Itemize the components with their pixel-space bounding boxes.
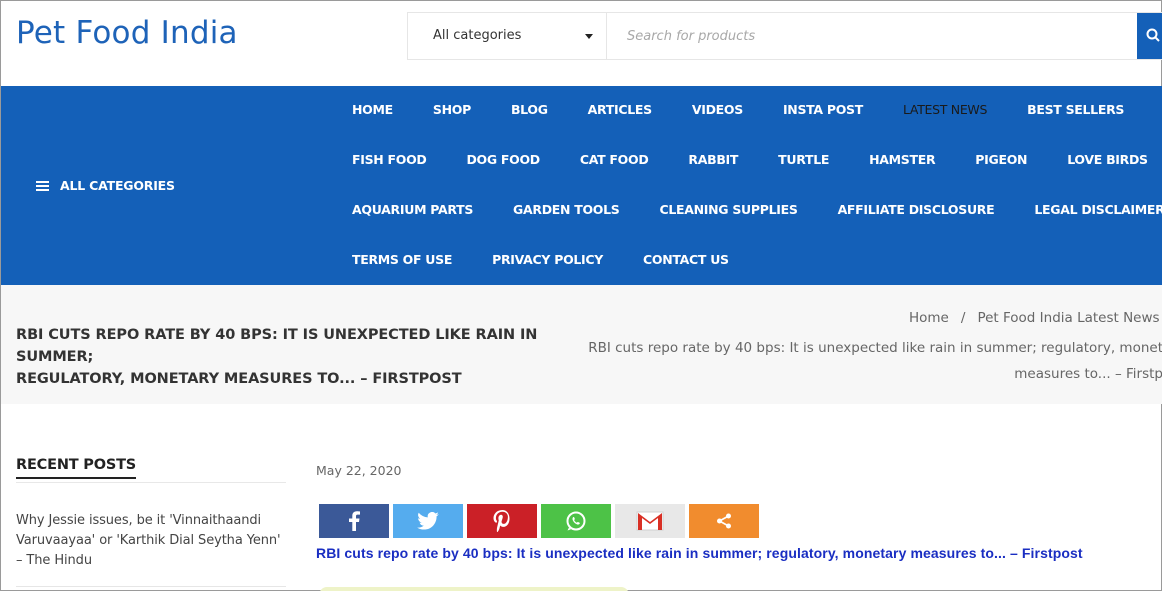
nav-articles[interactable]: ARTICLES (588, 102, 653, 117)
gmail-share-button[interactable] (615, 504, 685, 538)
facebook-icon (349, 511, 360, 531)
nav-affiliate-disclosure[interactable]: AFFILIATE DISCLOSURE (838, 202, 995, 217)
share-buttons (319, 504, 763, 538)
nav-row-2: FISH FOOD DOG FOOD CAT FOOD RABBIT TURTL… (352, 152, 1162, 167)
twitter-icon (417, 512, 439, 530)
nav-blog[interactable]: BLOG (511, 102, 548, 117)
pinterest-share-button[interactable] (467, 504, 537, 538)
more-share-button[interactable] (689, 504, 759, 538)
nav-garden-tools[interactable]: GARDEN TOOLS (513, 202, 620, 217)
twitter-share-button[interactable] (393, 504, 463, 538)
category-select-value: All categories (433, 28, 522, 43)
nav-best-sellers[interactable]: BEST SELLERS (1027, 102, 1124, 117)
all-categories-label: ALL CATEGORIES (60, 178, 175, 193)
facebook-share-button[interactable] (319, 504, 389, 538)
breadcrumb-separator: / (960, 310, 966, 326)
divider (16, 482, 286, 483)
share-icon (717, 513, 731, 529)
pinterest-icon (493, 510, 510, 532)
nav-privacy-policy[interactable]: PRIVACY POLICY (492, 252, 603, 267)
nav-turtle[interactable]: TURTLE (778, 152, 829, 167)
nav-row-4: TERMS OF USE PRIVACY POLICY CONTACT US (352, 252, 769, 267)
chevron-down-icon (585, 34, 593, 39)
nav-hamster[interactable]: HAMSTER (869, 152, 935, 167)
page-title-line-1: RBI CUTS REPO RATE BY 40 BPS: IT IS UNEX… (16, 327, 538, 365)
post-date: May 22, 2020 (316, 463, 402, 478)
nav-cleaning-supplies[interactable]: CLEANING SUPPLIES (659, 202, 797, 217)
embedded-preview (319, 587, 629, 591)
breadcrumb-current: RBI cuts repo rate by 40 bps: It is unex… (581, 335, 1162, 387)
nav-rabbit[interactable]: RABBIT (688, 152, 738, 167)
nav-terms-of-use[interactable]: TERMS OF USE (352, 252, 452, 267)
nav-fish-food[interactable]: FISH FOOD (352, 152, 427, 167)
page-title-line-2: REGULATORY, MONETARY MEASURES TO... – FI… (16, 371, 462, 387)
nav-home[interactable]: HOME (352, 102, 393, 117)
page-title: RBI CUTS REPO RATE BY 40 BPS: IT IS UNEX… (16, 324, 576, 390)
nav-videos[interactable]: VIDEOS (692, 102, 743, 117)
search-button[interactable] (1137, 13, 1162, 59)
nav-contact-us[interactable]: CONTACT US (643, 252, 729, 267)
page-title-band: RBI CUTS REPO RATE BY 40 BPS: IT IS UNEX… (1, 285, 1162, 404)
search-input[interactable] (607, 13, 1137, 59)
main-navigation: ALL CATEGORIES HOME SHOP BLOG ARTICLES V… (1, 86, 1162, 285)
breadcrumb: Home / Pet Food India Latest News (909, 310, 1160, 326)
recent-posts-heading: RECENT POSTS (16, 457, 136, 479)
post-source-link[interactable]: RBI cuts repo rate by 40 bps: It is unex… (316, 545, 1083, 561)
nav-row-1: HOME SHOP BLOG ARTICLES VIDEOS INSTA POS… (352, 102, 1162, 117)
nav-shop[interactable]: SHOP (433, 102, 471, 117)
whatsapp-icon (566, 511, 586, 531)
category-select[interactable]: All categories (408, 13, 607, 59)
menu-list-icon (36, 180, 49, 191)
nav-insta-post[interactable]: INSTA POST (783, 102, 863, 117)
gmail-icon (636, 511, 664, 531)
breadcrumb-section[interactable]: Pet Food India Latest News (977, 310, 1159, 326)
all-categories-button[interactable]: ALL CATEGORIES (36, 178, 175, 193)
whatsapp-share-button[interactable] (541, 504, 611, 538)
nav-aquarium-parts[interactable]: AQUARIUM PARTS (352, 202, 473, 217)
nav-latest-news[interactable]: LATEST NEWS (903, 102, 987, 117)
nav-pigeon[interactable]: PIGEON (975, 152, 1027, 167)
nav-row-3: AQUARIUM PARTS GARDEN TOOLS CLEANING SUP… (352, 202, 1162, 217)
divider (16, 586, 286, 587)
nav-legal-disclaimer[interactable]: LEGAL DISCLAIMER (1034, 202, 1162, 217)
search-bar: All categories (407, 12, 1162, 60)
nav-love-birds[interactable]: LOVE BIRDS (1067, 152, 1148, 167)
recent-post-link[interactable]: Why Jessie issues, be it 'Vinnaithaandi … (16, 511, 286, 571)
site-logo[interactable]: Pet Food India (16, 15, 238, 51)
breadcrumb-current-line-1: RBI cuts repo rate by 40 bps: It is unex… (588, 340, 1162, 356)
breadcrumb-current-line-2: measures to... – Firstp (1014, 366, 1162, 382)
search-icon (1146, 28, 1160, 42)
breadcrumb-home[interactable]: Home (909, 310, 949, 326)
nav-cat-food[interactable]: CAT FOOD (580, 152, 649, 167)
nav-dog-food[interactable]: DOG FOOD (466, 152, 540, 167)
